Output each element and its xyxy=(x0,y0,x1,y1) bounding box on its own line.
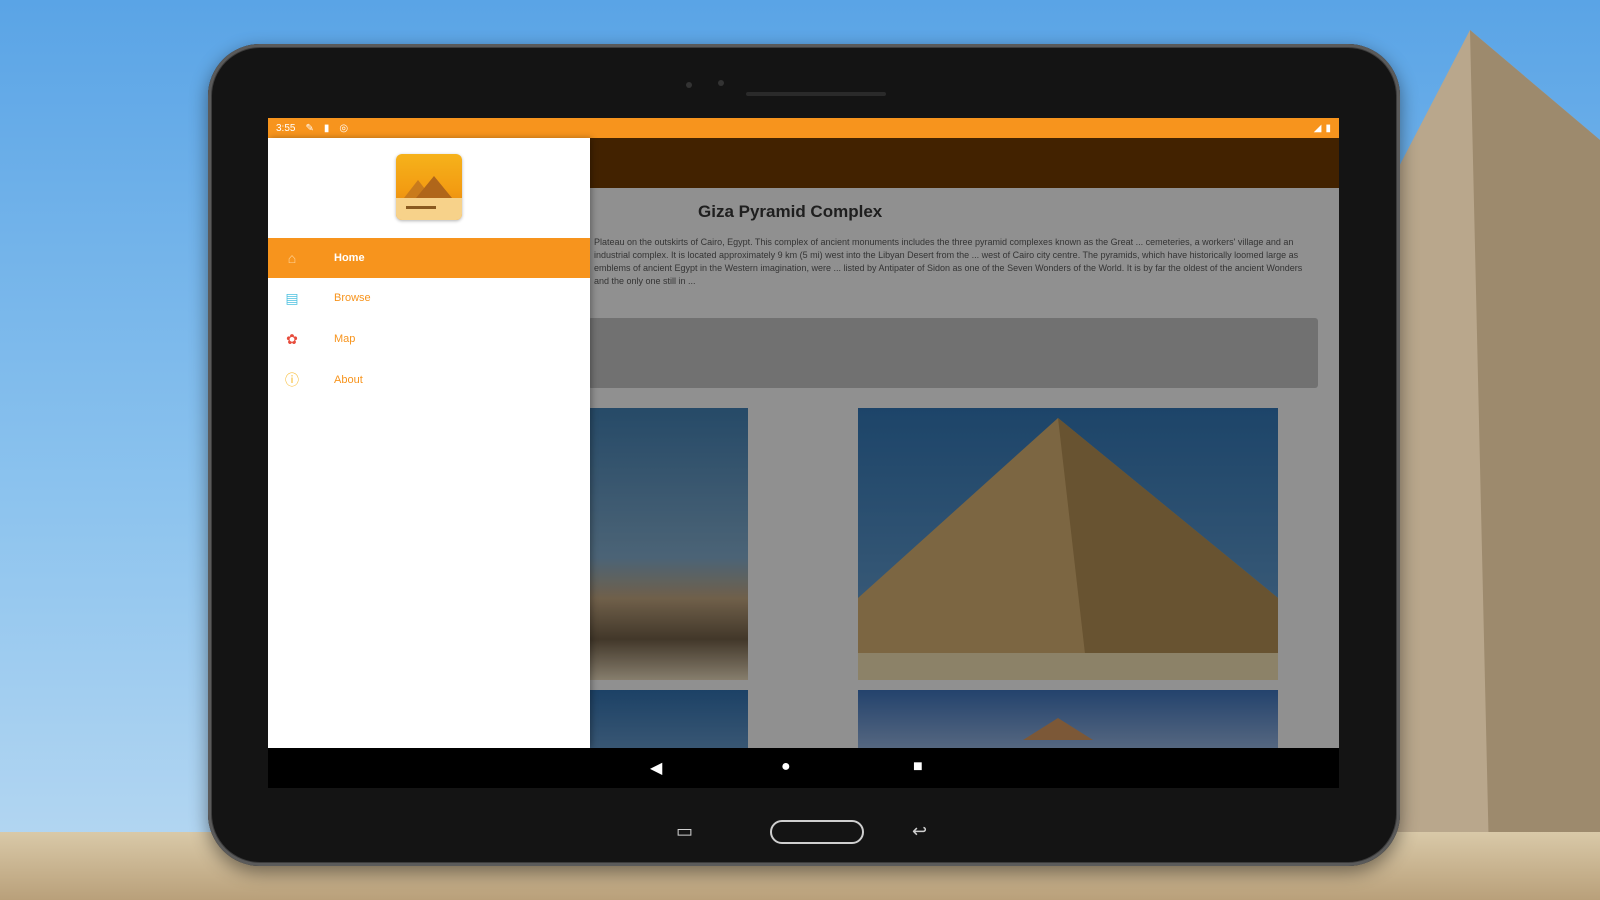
system-navigation-bar: ◀ ● ■ xyxy=(268,748,1339,788)
nav-item-label: Map xyxy=(334,333,356,345)
signal-icon: ◢ xyxy=(1313,122,1322,134)
back-hardware-icon[interactable]: ↩ xyxy=(912,822,927,840)
home-hardware-button[interactable] xyxy=(770,820,864,844)
home-icon: ⌂ xyxy=(287,250,297,266)
sensor xyxy=(718,80,724,86)
tablet-screen: 3:55 ✎ ▮ ◎ ◢ ▮ Giza Pyramid Complex Plat… xyxy=(268,118,1339,788)
sd-card-icon: ▮ xyxy=(323,122,330,134)
edit-icon: ✎ xyxy=(305,122,314,134)
info-icon: ⓘ xyxy=(285,372,299,388)
front-camera xyxy=(686,82,692,88)
nav-item-label: Browse xyxy=(334,292,371,304)
battery-icon: ▮ xyxy=(1325,122,1331,134)
status-time: 3:55 xyxy=(276,122,296,134)
recent-apps-hardware-icon[interactable]: ▭ xyxy=(676,822,693,840)
nav-item-label: Home xyxy=(334,252,365,264)
navigation-drawer: ⌂ Home ▤ Browse ✿ Map ⓘ About xyxy=(268,138,590,748)
nav-item-browse[interactable]: ▤ Browse xyxy=(268,278,590,318)
nav-item-map[interactable]: ✿ Map xyxy=(268,319,590,359)
nav-item-home[interactable]: ⌂ Home xyxy=(268,238,590,278)
nav-item-label: About xyxy=(334,374,363,386)
recents-icon[interactable]: ■ xyxy=(913,758,923,776)
nav-item-about[interactable]: ⓘ About xyxy=(268,360,590,400)
drawer-header xyxy=(268,138,590,238)
sync-icon: ◎ xyxy=(339,122,349,134)
book-icon: ▤ xyxy=(285,289,299,306)
home-button-icon[interactable]: ● xyxy=(781,758,791,776)
status-bar: 3:55 ✎ ▮ ◎ ◢ ▮ xyxy=(268,118,1339,138)
map-pin-icon: ✿ xyxy=(286,330,298,347)
earpiece-speaker xyxy=(746,92,886,96)
back-icon[interactable]: ◀ xyxy=(650,758,662,778)
pyramid-logo-icon xyxy=(396,154,462,220)
